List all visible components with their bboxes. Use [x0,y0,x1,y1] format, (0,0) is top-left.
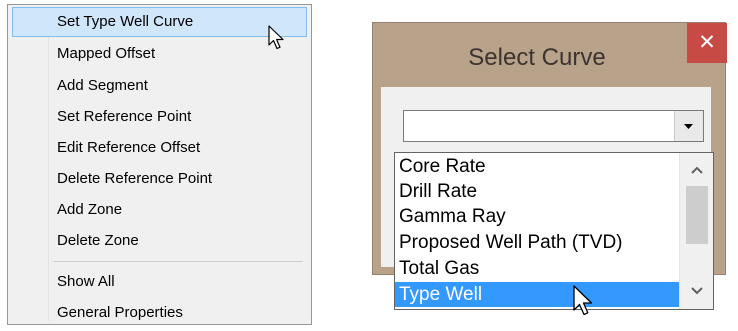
scroll-thumb[interactable] [686,186,708,244]
scroll-up-arrow-icon[interactable] [690,165,704,175]
curve-combobox[interactable] [403,110,704,142]
menu-item-add-zone[interactable]: Add Zone [12,195,307,225]
list-item-proposed-well-path[interactable]: Proposed Well Path (TVD) [395,230,679,255]
menu-item-show-all[interactable]: Show All [12,267,307,297]
menu-item-add-segment[interactable]: Add Segment [12,71,307,101]
chevron-down-icon [684,124,693,129]
list-item-drill-rate[interactable]: Drill Rate [395,179,679,204]
scroll-down-arrow-icon[interactable] [690,286,704,296]
list-item-gamma-ray[interactable]: Gamma Ray [395,204,679,229]
list-item-type-well[interactable]: Type Well [395,282,679,307]
menu-item-general-properties[interactable]: General Properties [12,298,307,328]
list-item-total-gas[interactable]: Total Gas [395,256,679,281]
menu-item-edit-reference-offset[interactable]: Edit Reference Offset [12,133,307,163]
menu-item-set-reference-point[interactable]: Set Reference Point [12,102,307,132]
menu-item-mapped-offset[interactable]: Mapped Offset [12,39,307,69]
mouse-pointer-icon [268,25,284,50]
curve-dropdown-list: Core Rate Drill Rate Gamma Ray Proposed … [394,152,714,310]
combobox-dropdown-button[interactable] [674,111,703,141]
context-menu: Set Type Well Curve Mapped Offset Add Se… [7,4,312,325]
menu-item-delete-reference-point[interactable]: Delete Reference Point [12,164,307,194]
list-scrollbar[interactable] [679,153,713,309]
close-button[interactable]: ✕ [687,23,727,63]
menu-item-delete-zone[interactable]: Delete Zone [12,226,307,256]
menu-separator [53,261,303,262]
menu-item-set-type-well-curve[interactable]: Set Type Well Curve [12,7,307,37]
list-item-core-rate[interactable]: Core Rate [395,154,679,179]
close-icon: ✕ [698,31,716,54]
dialog-title: Select Curve [468,44,606,71]
mouse-pointer-icon [573,285,593,316]
